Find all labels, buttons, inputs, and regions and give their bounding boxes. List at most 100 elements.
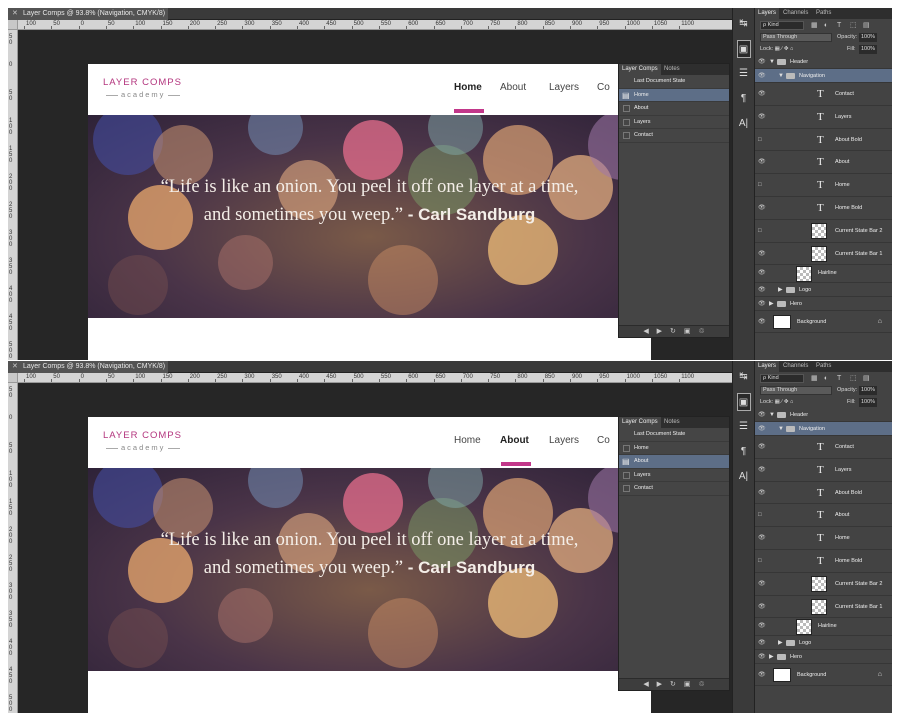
visibility-eye-icon[interactable]: 👁 xyxy=(758,527,766,550)
new-comp-icon[interactable]: ▣ xyxy=(684,328,699,335)
layer-comp-item[interactable]: Contact xyxy=(619,482,729,496)
vertical-ruler[interactable]: 50 0 50 100 150 200 250 300 350 400 450 500 xyxy=(8,383,18,713)
properties-icon[interactable]: ☰ xyxy=(737,418,751,436)
layer-row-about-bold[interactable]: □ T About Bold xyxy=(755,129,892,152)
document-tab[interactable]: ✕ Layer Comps @ 93.8% (Navigation, CMYK/8… xyxy=(8,361,168,382)
history-icon[interactable]: ↹ xyxy=(737,15,751,33)
close-tab-icon[interactable]: ✕ xyxy=(12,361,18,373)
previous-comp-icon[interactable]: ◀ xyxy=(643,328,656,335)
tab-layers[interactable]: Layers xyxy=(755,8,780,19)
layer-row-about[interactable]: 👁 T About xyxy=(755,151,892,175)
tab-layer-comps[interactable]: Layer Comps xyxy=(619,64,661,75)
expand-open-icon[interactable]: ▼ xyxy=(769,408,775,422)
fill-input[interactable]: 100% xyxy=(859,45,877,54)
visibility-eye-icon[interactable]: 👁 xyxy=(758,459,766,482)
layer-row-current-state-bar-2[interactable]: □ Current State Bar 2 xyxy=(755,220,892,243)
nav-link-co[interactable]: Co xyxy=(597,435,610,446)
comp-apply-box[interactable] xyxy=(623,132,630,139)
delete-comp-icon[interactable]: ♲ xyxy=(698,328,704,335)
comp-apply-box[interactable] xyxy=(623,471,630,479)
visibility-off-icon[interactable]: □ xyxy=(758,550,762,573)
document-canvas[interactable]: LAYER COMPS academy Home About Layers Co “Life… xyxy=(18,384,732,713)
visibility-eye-icon[interactable]: 👁 xyxy=(758,283,766,297)
layer-row-current-state-bar-1[interactable]: 👁 Current State Bar 1 xyxy=(755,596,892,619)
comp-apply-box[interactable]: ▤ xyxy=(622,455,630,466)
document-tab[interactable]: ✕ Layer Comps @ 93.8% (Navigation, CMYK/8… xyxy=(8,8,168,29)
layer-row-navigation[interactable]: 👁 ▼ Navigation xyxy=(755,422,892,436)
layer-comp-item[interactable]: Contact xyxy=(619,129,729,143)
visibility-eye-icon[interactable]: 👁 xyxy=(758,297,766,311)
layer-row-header[interactable]: 👁 ▼ Header xyxy=(755,408,892,422)
layer-row-navigation[interactable]: 👁 ▼ Navigation xyxy=(755,69,892,83)
character-icon[interactable]: A| xyxy=(737,115,751,133)
expand-open-icon[interactable]: ▼ xyxy=(778,422,784,436)
expand-closed-icon[interactable]: ▶ xyxy=(778,283,783,297)
expand-closed-icon[interactable]: ▶ xyxy=(778,636,783,650)
layer-comp-item[interactable]: Layers xyxy=(619,116,729,129)
tab-layer-comps[interactable]: Layer Comps xyxy=(619,417,661,428)
nav-link-about[interactable]: About xyxy=(500,82,526,93)
nav-link-co[interactable]: Co xyxy=(597,82,610,93)
visibility-eye-icon[interactable]: 👁 xyxy=(758,436,766,459)
visibility-eye-icon[interactable]: 👁 xyxy=(758,83,766,106)
paragraph-icon[interactable]: ¶ xyxy=(737,90,751,108)
previous-comp-icon[interactable]: ◀ xyxy=(643,681,656,688)
nav-link-layers[interactable]: Layers xyxy=(549,82,579,93)
layer-row-home-bold[interactable]: 👁 T Home Bold xyxy=(755,197,892,220)
horizontal-ruler[interactable]: 100 50 0 50 100 150 200 250 300 350 400 450 500 550 60… xyxy=(18,20,732,30)
comp-apply-box[interactable] xyxy=(623,105,630,112)
visibility-eye-icon[interactable]: 👁 xyxy=(758,243,766,266)
comp-apply-box[interactable] xyxy=(623,431,630,438)
layer-row-logo[interactable]: 👁 ▶ Logo xyxy=(755,283,892,297)
visibility-eye-icon[interactable]: 👁 xyxy=(758,482,766,505)
delete-comp-icon[interactable]: ♲ xyxy=(698,681,704,688)
update-comp-icon[interactable]: ↻ xyxy=(670,681,684,688)
comp-apply-box[interactable]: ▤ xyxy=(622,89,630,100)
tab-channels[interactable]: Channels xyxy=(780,8,811,19)
layer-row-hero[interactable]: 👁 ▶ Hero xyxy=(755,297,892,311)
visibility-off-icon[interactable]: □ xyxy=(758,129,762,152)
tab-layers[interactable]: Layers xyxy=(755,361,780,372)
layer-comp-item[interactable]: About xyxy=(619,102,729,116)
visibility-eye-icon[interactable]: 👁 xyxy=(758,408,766,422)
new-comp-icon[interactable]: ▣ xyxy=(684,681,699,688)
visibility-eye-icon[interactable]: 👁 xyxy=(758,650,766,664)
visibility-off-icon[interactable]: □ xyxy=(758,504,762,527)
tab-paths[interactable]: Paths xyxy=(813,8,834,19)
layer-row-background[interactable]: 👁 ⌂ Background xyxy=(755,311,892,333)
layer-row-home-bold[interactable]: □ T Home Bold xyxy=(755,550,892,573)
tab-notes[interactable]: Notes xyxy=(661,64,683,75)
visibility-eye-icon[interactable]: 👁 xyxy=(758,311,766,333)
comp-apply-box[interactable] xyxy=(623,444,630,452)
layer-row-hairline[interactable]: 👁 Hairline xyxy=(755,265,892,283)
visibility-eye-icon[interactable]: 👁 xyxy=(758,69,766,83)
history-icon[interactable]: ↹ xyxy=(737,368,751,386)
ruler-corner[interactable] xyxy=(8,20,18,30)
nav-link-home[interactable]: Home xyxy=(454,82,482,93)
expand-open-icon[interactable]: ▼ xyxy=(769,55,775,69)
comp-apply-box[interactable] xyxy=(623,78,630,85)
properties-icon[interactable]: ☰ xyxy=(737,65,751,83)
fill-input[interactable]: 100% xyxy=(859,398,877,407)
visibility-eye-icon[interactable]: 👁 xyxy=(758,422,766,436)
document-canvas[interactable]: LAYER COMPS academy Home About Layers Co “Life… xyxy=(18,31,732,360)
layer-comp-item[interactable]: Last Document State xyxy=(619,428,729,442)
kind-filter[interactable]: ρ Kind xyxy=(760,374,804,383)
tab-channels[interactable]: Channels xyxy=(780,361,811,372)
horizontal-ruler[interactable]: 100 50 0 50 100 150 200 250 300 350 400 450 500 550 60… xyxy=(18,373,732,383)
layer-row-about[interactable]: □ T About xyxy=(755,504,892,528)
visibility-off-icon[interactable]: □ xyxy=(758,220,762,243)
tab-paths[interactable]: Paths xyxy=(813,361,834,372)
close-tab-icon[interactable]: ✕ xyxy=(12,8,18,20)
layer-row-home[interactable]: 👁 T Home xyxy=(755,527,892,550)
layer-row-layers[interactable]: 👁 T Layers xyxy=(755,459,892,482)
layer-comps-icon[interactable]: ▣ xyxy=(736,40,751,58)
update-comp-icon[interactable]: ↻ xyxy=(670,328,684,335)
comp-apply-box[interactable] xyxy=(623,485,630,492)
layer-row-logo[interactable]: 👁 ▶ Logo xyxy=(755,636,892,650)
character-icon[interactable]: A| xyxy=(737,468,751,486)
layer-comps-icon[interactable]: ▣ xyxy=(736,393,751,411)
layer-row-current-state-bar-2[interactable]: 👁 Current State Bar 2 xyxy=(755,573,892,596)
visibility-eye-icon[interactable]: 👁 xyxy=(758,618,766,636)
layer-comp-item[interactable]: ▤ Home xyxy=(619,88,729,102)
